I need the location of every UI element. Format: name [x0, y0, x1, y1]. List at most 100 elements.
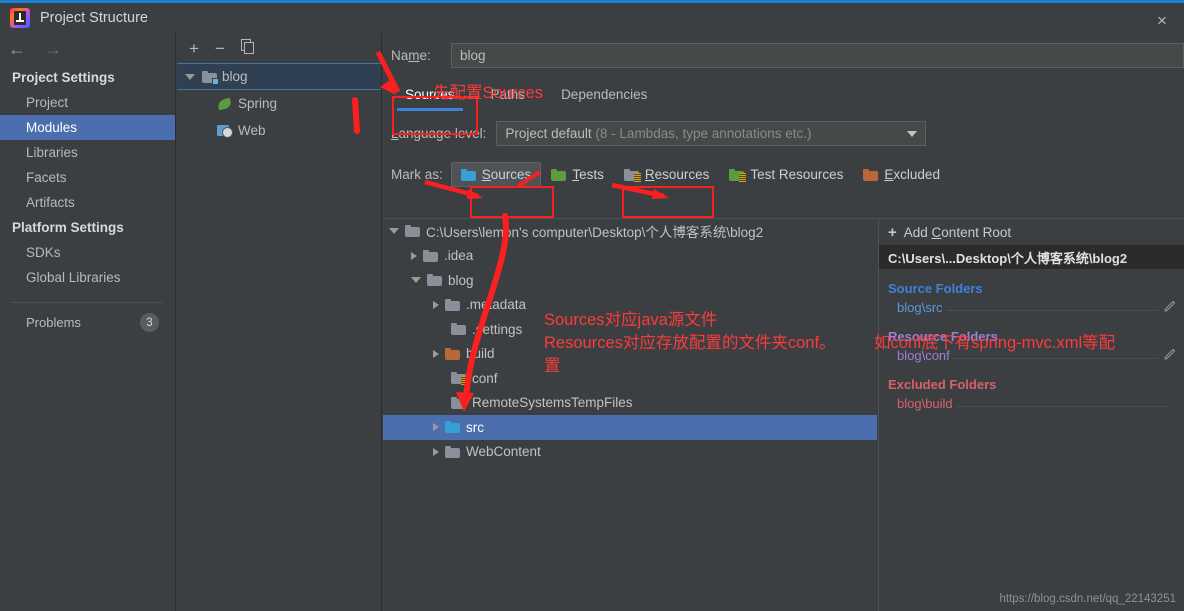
blue-folder-icon	[460, 168, 476, 181]
sidebar-item-project[interactable]: Project	[0, 90, 175, 115]
tree-label: build	[466, 346, 495, 362]
tab-paths[interactable]: Paths	[477, 83, 540, 107]
chevron-right-icon[interactable]	[433, 447, 439, 456]
language-level-row: Language level: Project default (8 - Lam…	[383, 121, 1184, 146]
mark-as-excluded-button[interactable]: Excluded	[853, 162, 950, 187]
sidebar-item-artifacts[interactable]: Artifacts	[0, 190, 175, 215]
mark-as-tests-button[interactable]: Tests	[541, 162, 614, 187]
resource-folder-path: blog\conf	[897, 348, 950, 363]
watermark-text: https://blog.csdn.net/qq_22143251	[999, 593, 1176, 605]
source-folders-title: Source Folders	[888, 281, 983, 296]
module-tree-item-spring[interactable]: Spring	[177, 90, 381, 117]
intellij-idea-logo-icon	[10, 8, 30, 28]
problems-label: Problems	[26, 315, 81, 330]
mark-as-sources-button[interactable]: Sources	[450, 162, 542, 187]
source-folder-row[interactable]: blog\src	[879, 298, 1184, 317]
module-tabs: Sources Paths Dependencies	[383, 75, 1184, 111]
tree-row-root[interactable]: C:\Users\lemon's computer\Desktop\个人博客系统…	[383, 219, 877, 244]
folder-icon	[445, 298, 460, 311]
sidebar-group-header-platform-settings: Platform Settings	[12, 220, 124, 235]
module-label: blog	[222, 69, 248, 84]
language-level-select[interactable]: Project default (8 - Lambdas, type annot…	[496, 121, 927, 146]
module-tree-item-blog[interactable]: blog	[177, 63, 381, 90]
mark-as-tests-label: Tests	[572, 167, 604, 182]
remove-module-icon[interactable]: −	[215, 40, 225, 57]
tree-row-conf[interactable]: conf	[383, 366, 877, 391]
mark-as-test-resources-label: Test Resources	[750, 167, 844, 182]
folder-icon	[451, 323, 466, 336]
edit-pencil-icon[interactable]	[1164, 348, 1176, 363]
chevron-right-icon[interactable]	[433, 423, 439, 432]
settings-sidebar: ← → Project Settings Project Modules Lib…	[0, 33, 176, 611]
module-name-input[interactable]: blog	[451, 42, 1184, 68]
folder-icon	[405, 225, 420, 238]
chevron-down-icon[interactable]	[411, 277, 421, 284]
tree-label: conf	[472, 370, 498, 386]
mark-as-resources-label: Resources	[644, 167, 710, 182]
plus-icon: +	[888, 223, 897, 241]
chevron-right-icon[interactable]	[433, 349, 439, 358]
mark-as-excluded-label: Excluded	[884, 167, 940, 182]
resource-folder-row[interactable]: blog\conf	[879, 346, 1184, 365]
test-resources-folder-icon	[729, 168, 747, 182]
module-folder-icon	[202, 70, 219, 85]
sidebar-item-facets[interactable]: Facets	[0, 165, 175, 190]
add-content-root-label: Add Content Root	[903, 224, 1012, 240]
modules-toolbar: + −	[177, 33, 381, 63]
content-root-tree[interactable]: C:\Users\lemon's computer\Desktop\个人博客系统…	[383, 218, 877, 611]
web-facet-icon	[217, 124, 233, 138]
tree-row-build[interactable]: build	[383, 342, 877, 367]
tab-sources[interactable]: Sources	[391, 83, 469, 111]
chevron-right-icon[interactable]	[411, 251, 417, 260]
problems-count-badge: 3	[140, 313, 159, 332]
dotted-filler	[956, 397, 1170, 407]
add-module-icon[interactable]: +	[189, 40, 199, 57]
tree-row-src[interactable]: src	[383, 415, 877, 440]
folder-icon	[427, 274, 442, 287]
mark-as-resources-button[interactable]: Resources	[614, 162, 720, 187]
tree-row-metadata[interactable]: .metadata	[383, 293, 877, 318]
tree-row-settings[interactable]: .settings	[383, 317, 877, 342]
resources-folder-icon	[623, 168, 641, 182]
excluded-folder-row[interactable]: blog\build	[879, 394, 1184, 413]
mark-as-test-resources-button[interactable]: Test Resources	[719, 162, 853, 187]
sidebar-item-libraries[interactable]: Libraries	[0, 140, 175, 165]
tree-row-webcontent[interactable]: WebContent	[383, 440, 877, 465]
tab-dependencies[interactable]: Dependencies	[547, 83, 661, 107]
tree-row-idea[interactable]: .idea	[383, 244, 877, 269]
tree-label: .idea	[444, 248, 474, 264]
forward-arrow-icon[interactable]: →	[44, 40, 62, 58]
green-folder-icon	[551, 168, 567, 181]
add-content-root-button[interactable]: + Add Content Root	[879, 219, 1184, 245]
tree-row-blog[interactable]: blog	[383, 268, 877, 293]
close-icon[interactable]: ×	[1140, 6, 1184, 36]
folder-icon	[445, 445, 460, 458]
edit-pencil-icon[interactable]	[1164, 300, 1176, 315]
tree-row-remotesystemstempfiles[interactable]: RemoteSystemsTempFiles	[383, 391, 877, 416]
sidebar-item-modules[interactable]: Modules	[0, 115, 175, 140]
sources-folder-icon	[445, 421, 460, 434]
facet-label-spring: Spring	[238, 96, 278, 111]
sidebar-item-global-libraries[interactable]: Global Libraries	[0, 265, 175, 290]
tree-label: blog	[448, 272, 474, 288]
chevron-down-icon[interactable]	[907, 130, 918, 137]
sidebar-item-sdks[interactable]: SDKs	[0, 240, 175, 265]
module-tree-item-web[interactable]: Web	[177, 117, 381, 144]
back-arrow-icon[interactable]: ←	[8, 40, 26, 58]
folder-icon	[451, 396, 466, 409]
language-level-value: Project default	[505, 126, 592, 141]
spring-leaf-icon	[217, 97, 233, 111]
excluded-folder-icon	[445, 347, 460, 360]
tree-label: C:\Users\lemon's computer\Desktop\个人博客系统…	[426, 225, 764, 241]
sidebar-item-problems[interactable]: Problems 3	[0, 303, 175, 337]
sidebar-nav: ← →	[0, 33, 175, 65]
content-root-details-panel: + Add Content Root C:\Users\...Desktop\个…	[878, 218, 1184, 611]
mark-as-label: Mark as:	[391, 167, 443, 182]
mark-as-sources-label: Sources	[481, 167, 532, 182]
resource-folders-title: Resource Folders	[888, 329, 998, 344]
chevron-down-icon[interactable]	[185, 73, 195, 80]
chevron-right-icon[interactable]	[433, 300, 439, 309]
dotted-filler	[946, 301, 1158, 311]
copy-module-icon[interactable]	[240, 39, 255, 57]
chevron-down-icon[interactable]	[389, 228, 399, 235]
